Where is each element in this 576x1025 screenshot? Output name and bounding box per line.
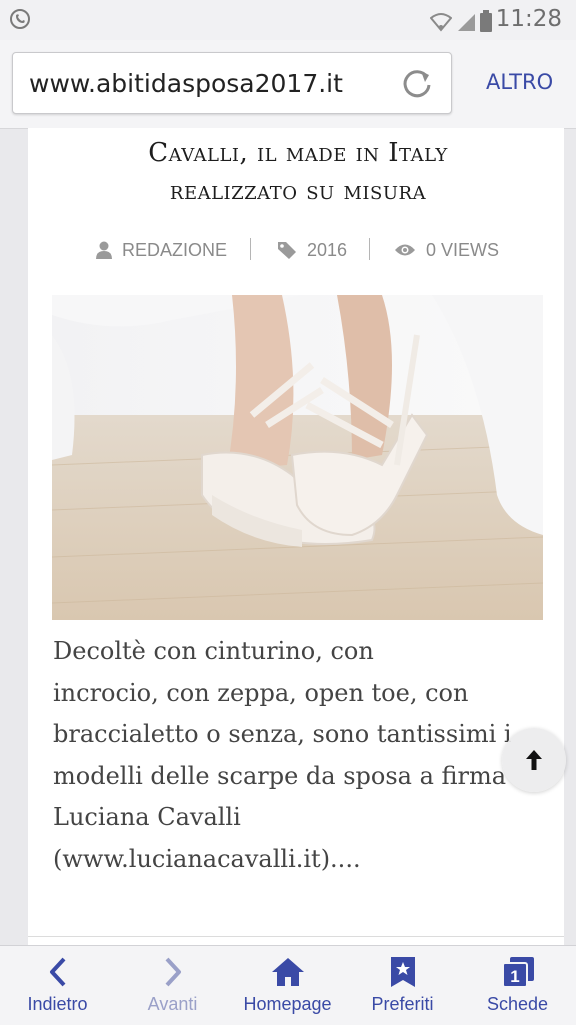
back-button[interactable]: Indietro — [0, 946, 115, 1025]
author-meta[interactable]: REDAZIONE — [96, 236, 227, 264]
svg-text:1: 1 — [510, 967, 519, 986]
url-text[interactable]: www.abitidasposa2017.it — [29, 69, 343, 98]
tag-icon — [278, 242, 296, 259]
homepage-label: Homepage — [243, 994, 332, 1014]
status-bar: 11:28 — [0, 0, 576, 40]
article-excerpt: Decoltè con cinturino, con incrocio, con… — [53, 631, 553, 881]
scroll-to-top-button[interactable] — [502, 728, 566, 792]
chevron-right-icon — [165, 957, 181, 987]
excerpt-line: braccialetto o senza, sono tantissimi i — [53, 720, 512, 749]
wifi-icon — [430, 13, 452, 32]
more-button[interactable]: ALTRO — [486, 70, 553, 94]
article-title: Cavalli, il made in Italy realizzato su … — [28, 134, 568, 210]
user-icon — [96, 241, 112, 259]
views-meta: 0 VIEWS — [394, 236, 499, 264]
views-count: 0 VIEWS — [426, 239, 500, 260]
bookmark-star-icon — [390, 957, 415, 987]
tabs-label: Schede — [486, 994, 549, 1014]
forward-label: Avanti — [147, 994, 198, 1014]
article-meta: REDAZIONE 2016 0 VIEWS — [28, 236, 568, 266]
excerpt-line: Luciana Cavalli — [53, 803, 241, 832]
bookmarks-button[interactable]: Preferiti — [345, 946, 460, 1025]
excerpt-line: (www.lucianacavalli.it).... — [53, 844, 361, 873]
article-title-line1: Cavalli, il made in Italy — [148, 138, 448, 168]
author-name[interactable]: REDAZIONE — [122, 240, 227, 261]
back-label: Indietro — [27, 994, 88, 1014]
eye-icon — [395, 244, 415, 256]
excerpt-line: Decoltè con cinturino, con — [53, 637, 374, 665]
article-image[interactable] — [52, 295, 543, 620]
url-bar[interactable]: www.abitidasposa2017.it — [12, 52, 452, 114]
article-card: Cavalli, il made in Italy realizzato su … — [28, 128, 564, 943]
arrow-up-icon — [526, 750, 542, 770]
tag-label[interactable]: 2016 — [307, 240, 347, 261]
bookmarks-label: Preferiti — [371, 994, 434, 1014]
homepage-button[interactable]: Homepage — [230, 946, 345, 1025]
forward-button[interactable]: Avanti — [115, 946, 230, 1025]
status-time: 11:28 — [495, 6, 562, 32]
notification-icon — [10, 9, 30, 29]
status-icons — [430, 10, 492, 32]
excerpt-line: incrocio, con zeppa, open toe, con — [53, 678, 469, 707]
tabs-button[interactable]: 1 Schede — [460, 946, 575, 1025]
reload-icon[interactable] — [399, 65, 435, 105]
home-icon — [271, 958, 304, 986]
tag-meta[interactable]: 2016 — [277, 236, 347, 264]
signal-icon — [458, 14, 475, 31]
battery-icon — [480, 10, 492, 32]
meta-divider — [369, 238, 370, 260]
tabs-icon: 1 — [501, 957, 534, 988]
article-title-line2: realizzato su misura — [169, 176, 427, 206]
browser-bottom-nav: Indietro Avanti Homepage Preferiti 1 Sch… — [0, 945, 576, 1025]
chevron-left-icon — [49, 957, 65, 987]
browser-toolbar: www.abitidasposa2017.it ALTRO — [0, 40, 576, 129]
meta-divider — [250, 238, 251, 260]
excerpt-line: modelli delle scarpe da sposa a firma — [53, 761, 507, 790]
card-bottom-edge — [28, 936, 564, 945]
